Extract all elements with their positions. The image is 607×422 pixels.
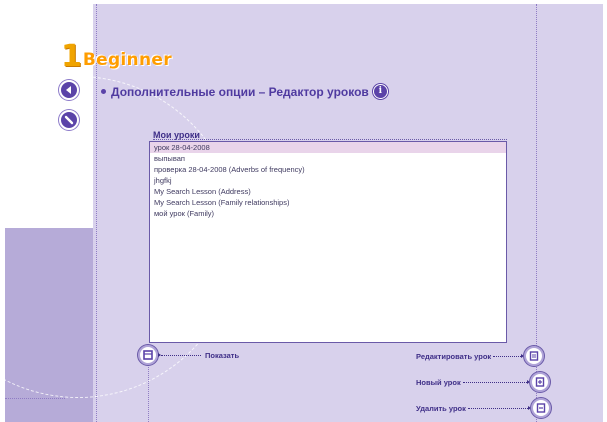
delete-icon (536, 403, 546, 413)
delete-lesson-label[interactable]: Удалить урок (416, 404, 466, 413)
leader-dots (467, 407, 528, 409)
guide-line (5, 398, 65, 399)
title-bullet (101, 89, 106, 94)
app-window: 1 Beginner Дополнительные опции – Редакт… (0, 0, 607, 422)
list-item[interactable]: мой урок (Family) (150, 208, 506, 219)
main-panel: 1 Beginner Дополнительные опции – Редакт… (5, 4, 603, 422)
edit-lesson-label[interactable]: Редактировать урок (416, 352, 491, 361)
app-logo: 1 Beginner (61, 39, 172, 74)
back-arrow-icon (66, 86, 71, 94)
list-item[interactable]: jhgfkj (150, 175, 506, 186)
list-item[interactable]: My Search Lesson (Family relationships) (150, 197, 506, 208)
edit-lesson-action[interactable]: Редактировать урок (416, 346, 545, 366)
back-button[interactable] (59, 80, 79, 100)
list-item[interactable]: урок 28-04-2008 (150, 142, 506, 153)
page-title: Дополнительные опции – Редактор уроков (111, 84, 369, 99)
logo-number: 1 (61, 39, 82, 74)
new-icon (535, 377, 544, 387)
show-action[interactable]: Показать (138, 345, 239, 365)
page-header: Дополнительные опции – Редактор уроков i (101, 84, 388, 99)
lessons-list[interactable]: урок 28-04-2008 выпывап проверка 28-04-2… (149, 141, 507, 343)
leader-dots (161, 354, 201, 356)
delete-lesson-action[interactable]: Удалить урок (416, 398, 551, 418)
new-lesson-label[interactable]: Новый урок (416, 378, 461, 387)
leader-dots (462, 381, 527, 383)
logo-word: Beginner (82, 50, 172, 70)
edit-icon (529, 351, 539, 361)
show-icon (143, 350, 153, 360)
help-icon (64, 115, 74, 125)
help-button[interactable] (59, 110, 79, 130)
list-item[interactable]: My Search Lesson (Address) (150, 186, 506, 197)
info-icon[interactable]: i (372, 84, 388, 99)
list-item[interactable]: проверка 28-04-2008 (Adverbs of frequenc… (150, 164, 506, 175)
list-item[interactable]: выпывап (150, 153, 506, 164)
guide-line (148, 356, 149, 422)
new-lesson-button[interactable] (529, 372, 550, 392)
leader-dots (493, 355, 522, 357)
edit-lesson-button[interactable] (524, 346, 545, 366)
delete-lesson-button[interactable] (530, 398, 551, 418)
show-label[interactable]: Показать (205, 351, 239, 360)
show-button[interactable] (138, 345, 158, 365)
new-lesson-action[interactable]: Новый урок (416, 372, 550, 392)
label-underline (153, 139, 507, 140)
